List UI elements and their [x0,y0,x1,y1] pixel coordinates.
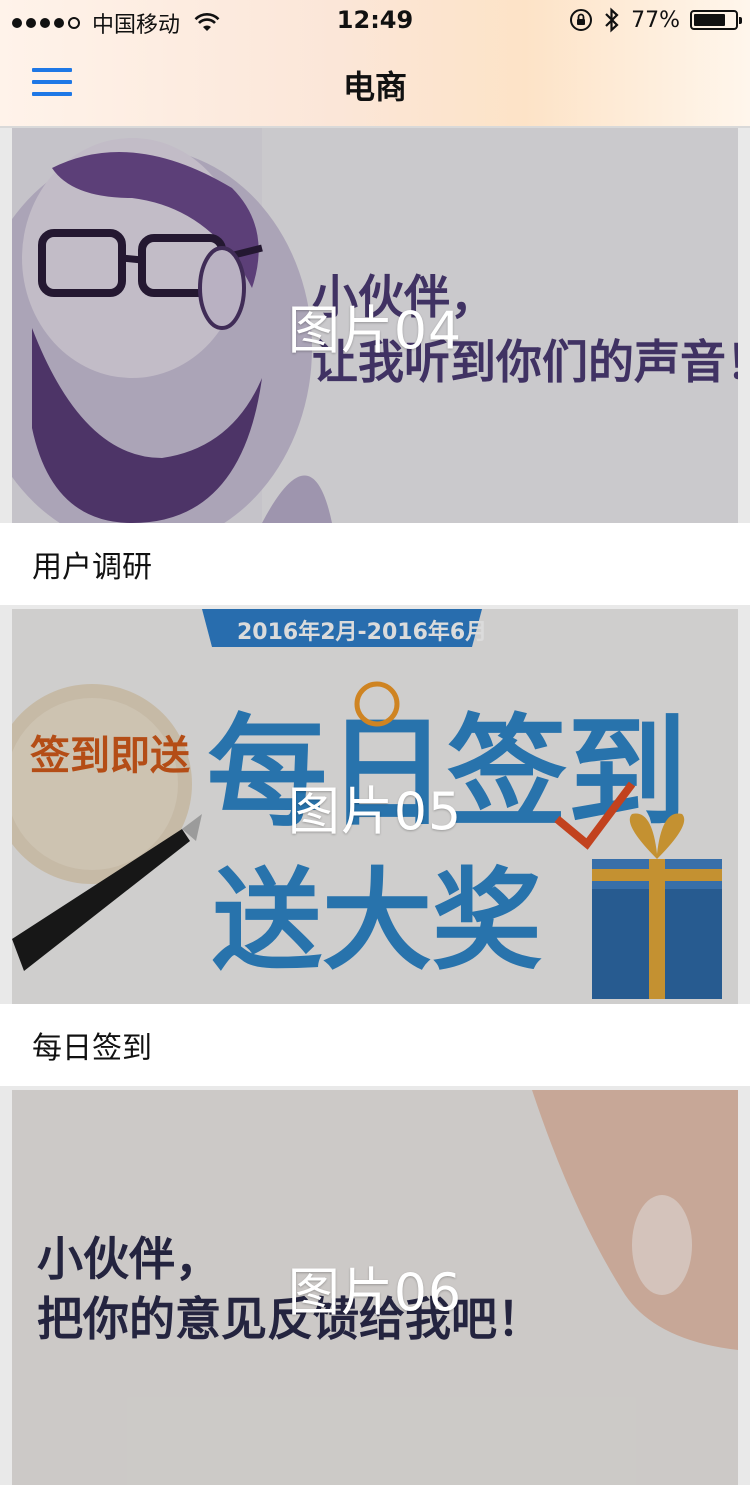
status-bar: 中国移动 12:49 77% [0,0,750,40]
page-title: 电商 [342,68,407,106]
image-caption: 图片05 [287,782,463,842]
image-caption: 图片06 [287,1263,463,1323]
article-feed[interactable]: 小伙伴， 让我听到你们的声音！ 图片04 用户调研 2016年2月-2016年6… [0,128,750,1485]
feed-card[interactable]: 2016年2月-2016年6月 签到即送 每日签到 送大奖 图片05 每日签到 [0,609,750,1086]
card-image[interactable]: 2016年2月-2016年6月 签到即送 每日签到 送大奖 图片05 [12,609,738,1004]
orientation-lock-icon [570,9,593,31]
feed-card[interactable]: 小伙伴， 把你的意见反馈给我吧！ 图片06 [0,1090,750,1485]
image-caption: 图片04 [287,301,463,361]
card-title[interactable]: 用户调研 [0,523,750,605]
card-title[interactable]: 每日签到 [0,1004,750,1086]
feed-card[interactable]: 小伙伴， 让我听到你们的声音！ 图片04 用户调研 [0,128,750,605]
battery-icon [690,10,742,30]
card-image[interactable]: 小伙伴， 把你的意见反馈给我吧！ 图片06 [12,1090,738,1485]
battery-percent: 77% [631,7,680,33]
bluetooth-icon [605,7,619,33]
card-image[interactable]: 小伙伴， 让我听到你们的声音！ 图片04 [12,128,738,523]
